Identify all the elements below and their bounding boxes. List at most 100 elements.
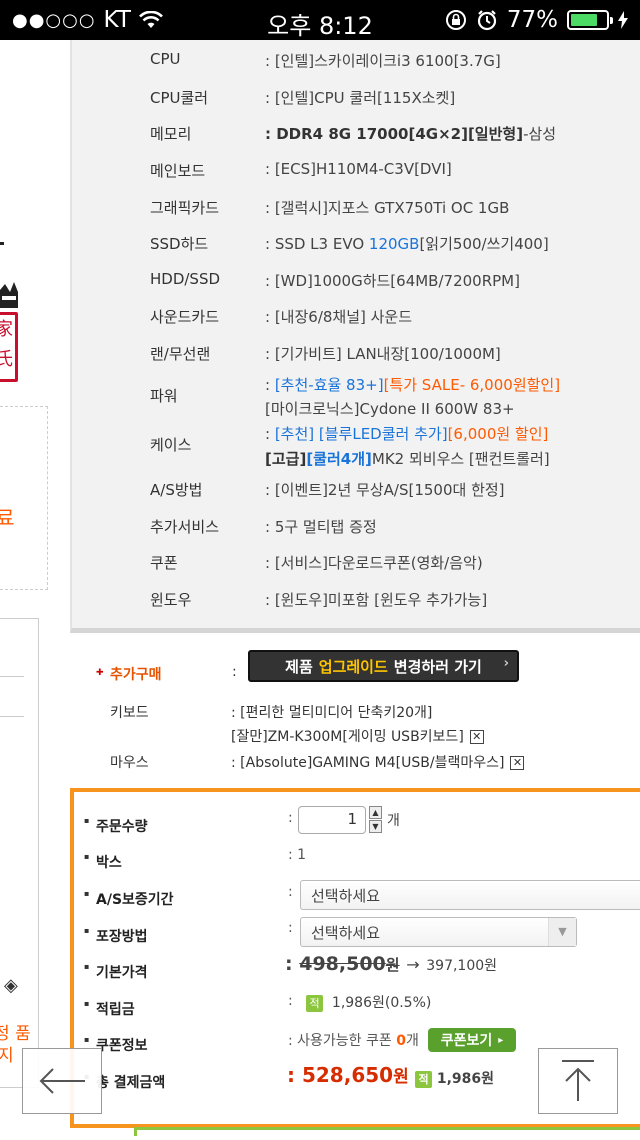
- coupon-unit: 개: [405, 1033, 419, 1049]
- spec-label: 그래픽카드: [150, 199, 220, 217]
- total-amount: 528,650: [301, 1063, 394, 1087]
- packing-select[interactable]: 선택하세요 ▼: [300, 917, 577, 947]
- base-price: : 498,500원 → 397,100원: [285, 953, 498, 975]
- status-right: 77%: [445, 7, 628, 33]
- spec-label: CPU쿨러: [150, 89, 209, 107]
- keyboard-product: [잘만]ZM-K300M[게이밍 USB키보드] ✕: [231, 726, 484, 746]
- spec-value: : [서비스]다운로드쿠폰(영화/음악): [265, 554, 483, 572]
- ssd-speed: [읽기500/쓰기400]: [419, 235, 549, 253]
- battery-percent: 77%: [506, 7, 558, 33]
- arrow-left-icon: [39, 1068, 85, 1094]
- box-value: : 1: [288, 847, 307, 863]
- spec-value: : [ECS]H110M4-C3V[DVI]: [265, 160, 452, 178]
- power-sale: [특가 SALE- 6,000원할인]: [383, 376, 561, 394]
- total-won: 원: [393, 1067, 409, 1087]
- mouse-product-name: : [Absolute]GAMING M4[USB/블랙마우스]: [231, 755, 505, 771]
- arrow-up-icon: [562, 1060, 594, 1101]
- qty-up-button[interactable]: ▲: [369, 806, 382, 819]
- coupon-label: 쿠폰정보: [84, 1035, 147, 1055]
- upgrade-button[interactable]: 제품 업그레이드 변경하러 가기 ›: [248, 650, 519, 682]
- quantity-input[interactable]: 1: [298, 806, 366, 834]
- spec-label: 파워: [150, 387, 178, 405]
- ssd-capacity: 120GB: [368, 235, 420, 253]
- case-recommend: [추천] [블루LED쿨러 추가]: [274, 425, 448, 443]
- points-badge-icon: 적: [415, 1070, 432, 1088]
- colon: :: [288, 884, 293, 900]
- spec-label: CPU: [150, 50, 181, 68]
- green-section-edge: [134, 1127, 640, 1136]
- spec-value: : SSD L3 EVO 120GB[읽기500/쓰기400]: [265, 233, 549, 254]
- coupon-text: : 사용가능한 쿠폰: [288, 1033, 392, 1049]
- upgrade-btn-post: 변경하러 가기: [393, 657, 482, 676]
- as-warranty-select[interactable]: 선택하세요: [300, 880, 640, 910]
- left-side-panel: 家氏 료 ◈ 정 품지: [0, 40, 50, 1140]
- extra-colon: :: [232, 664, 237, 680]
- colon: :: [288, 993, 293, 1009]
- total-points: 적 1,986원: [415, 1068, 494, 1088]
- battery-icon: [567, 10, 613, 30]
- upgrade-btn-pre: 제품: [285, 657, 313, 676]
- spec-value: : DDR4 8G 17000[4G×2][일반형]-삼성: [265, 123, 556, 144]
- coupon-btn-label: 쿠폰보기: [440, 1033, 493, 1049]
- spec-value: : [추천] [블루LED쿨러 추가][6,000원 할인]: [265, 423, 548, 444]
- as-select-value: 선택하세요: [311, 887, 381, 905]
- base-new-price: 397,100원: [426, 958, 498, 974]
- mouse-remove-button[interactable]: ✕: [510, 756, 525, 770]
- points-badge-icon: 적: [306, 994, 323, 1012]
- spec-value: : [인텔]스카이레이크i3 6100[3.7G]: [265, 52, 501, 70]
- spec-label: 추가서비스: [150, 518, 220, 536]
- spec-label: 사운드카드: [150, 308, 220, 326]
- spec-label: 케이스: [150, 436, 192, 454]
- power-recommend: [추천-효율 83+]: [274, 376, 384, 394]
- spec-value: : [기가비트] LAN내장[100/1000M]: [265, 345, 501, 363]
- divider: [0, 716, 24, 717]
- crown-logo-icon: [0, 282, 18, 308]
- left-bordered-box: [0, 618, 39, 1088]
- plus-icon: ✚: [96, 668, 104, 678]
- keyboard-product-name: [잘만]ZM-K300M[게이밍 USB키보드]: [231, 729, 464, 745]
- spec-value: : [갤럭시]지포스 GTX750Ti OC 1GB: [265, 199, 510, 217]
- seal-stamp-icon: 家氏: [0, 312, 18, 382]
- alarm-icon: [477, 10, 496, 31]
- spec-value: : [인텔]CPU 쿨러[115X소켓]: [265, 89, 456, 107]
- base-old-price: 498,500: [299, 953, 386, 975]
- arrow-right-icon: →: [406, 955, 420, 974]
- qty-down-button[interactable]: ▼: [369, 820, 382, 833]
- scroll-top-button[interactable]: [538, 1048, 618, 1114]
- keyboard-remove-button[interactable]: ✕: [469, 730, 484, 744]
- case-colon: :: [265, 425, 275, 443]
- back-button[interactable]: [22, 1048, 102, 1114]
- case-model: MK2 뫼비우스 [팬컨트롤러]: [371, 450, 550, 468]
- spec-value: : [WD]1000G하드[64MB/7200RPM]: [265, 272, 520, 290]
- spec-value: : [윈도우]미포함 [윈도우 추가가능]: [265, 591, 488, 609]
- diamond-icon: ◈: [4, 975, 18, 996]
- spec-label: 윈도우: [150, 591, 192, 609]
- chevron-right-icon: ▸: [498, 1034, 504, 1046]
- spec-label: SSD하드: [150, 235, 209, 253]
- spec-label: HDD/SSD: [150, 270, 221, 288]
- spec-value: : [내장6/8채널] 사운드: [265, 308, 413, 326]
- status-bar: ●●○○○ KT 오후 8:12 77%: [0, 0, 640, 40]
- coupon-count: 0: [396, 1033, 406, 1049]
- total-label: 총 결제금액: [84, 1072, 165, 1092]
- spec-label: 메인보드: [150, 162, 206, 180]
- divider: [0, 676, 24, 677]
- spec-label: 랜/무선랜: [150, 345, 211, 363]
- spec-label: 메모리: [150, 125, 192, 143]
- extra-purchase-title: 추가구매: [110, 667, 162, 683]
- upgrade-btn-highlight: 업그레이드: [318, 657, 388, 676]
- coupon-view-button[interactable]: 쿠폰보기 ▸: [428, 1028, 516, 1052]
- rotation-lock-icon: [445, 10, 466, 30]
- left-dashed-box: [0, 406, 48, 590]
- mouse-product: : [Absolute]GAMING M4[USB/블랙마우스] ✕: [231, 752, 525, 772]
- chevron-right-icon: ›: [503, 656, 509, 671]
- spec-value: : [이벤트]2년 무상A/S[1500대 한정]: [265, 481, 505, 499]
- left-bottom-line1: 정 품: [0, 1024, 31, 1044]
- keyboard-recommend: : [편리한 멀티미디어 단축키20개]: [231, 705, 433, 721]
- base-price-label: 기본가격: [84, 962, 147, 982]
- coupon-info: : 사용가능한 쿠폰 0개: [288, 1030, 419, 1050]
- spec-label: A/S방법: [150, 481, 203, 499]
- spec-value: : 5구 멀티탭 증정: [265, 518, 377, 536]
- qty-label: 주문수량: [84, 816, 147, 836]
- case-grade: [고급]: [265, 450, 307, 468]
